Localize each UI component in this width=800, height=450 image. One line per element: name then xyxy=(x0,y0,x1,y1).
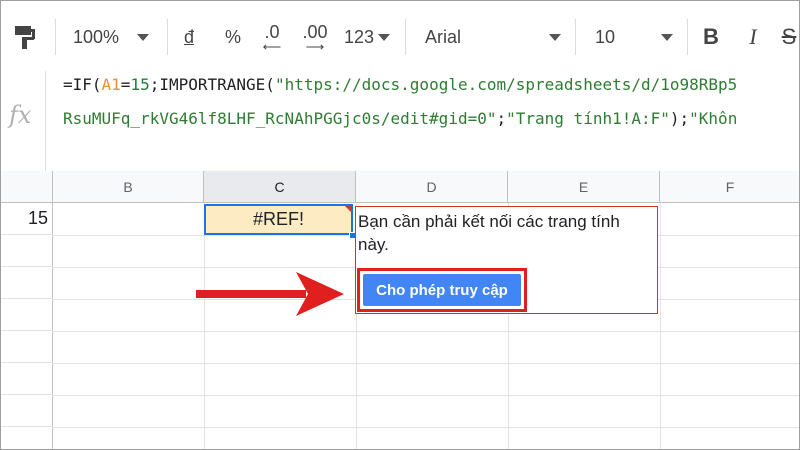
toolbar-divider xyxy=(687,19,688,55)
toolbar: 100% đ % .0 ⟵ .00 ⟶ 123 Arial 10 B I S xyxy=(1,1,799,72)
formula-string: "Trang tính1!A:F" xyxy=(506,109,670,128)
formula-string: RsuMUFq_rkVG46lf8LHF_RcNAhPGGjc0s/edit#g… xyxy=(63,109,497,128)
cell-a5[interactable] xyxy=(1,331,53,363)
italic-button[interactable]: I xyxy=(741,15,765,59)
grid-line xyxy=(52,427,799,428)
formula-string: "Khôn xyxy=(689,109,738,128)
column-header-c[interactable]: C xyxy=(204,171,356,203)
formula-line-2: RsuMUFq_rkVG46lf8LHF_RcNAhPGGjc0s/edit#g… xyxy=(63,109,737,128)
formula-token: =IF( xyxy=(63,75,102,94)
cell-a2[interactable] xyxy=(1,235,53,267)
formula-number: 15 xyxy=(130,75,150,94)
bold-button[interactable]: B xyxy=(699,15,723,59)
arrow-left-icon: ⟵ xyxy=(262,39,282,54)
connect-sheets-popup: Bạn cần phải kết nối các trang tính này.… xyxy=(355,206,658,314)
column-header-b[interactable]: B xyxy=(53,171,204,203)
formula-line-1: =IF(A1=15;IMPORTRANGE("https://docs.goog… xyxy=(63,75,737,94)
selected-cell-c1[interactable]: #REF! xyxy=(204,204,353,235)
paint-format-icon[interactable] xyxy=(9,15,41,59)
percent-format-button[interactable]: % xyxy=(221,15,245,59)
grid-line xyxy=(204,203,205,449)
highlight-outline: Cho phép truy cập xyxy=(357,268,527,312)
zoom-select[interactable]: 100% xyxy=(73,15,157,59)
formula-string: "https://docs.google.com/spreadsheets/d/… xyxy=(274,75,738,94)
grid-line xyxy=(52,395,799,396)
cell-a1[interactable]: 15 xyxy=(1,203,53,235)
column-header-e[interactable]: E xyxy=(508,171,660,203)
toolbar-divider xyxy=(575,19,576,55)
formula-token: ); xyxy=(669,109,690,128)
column-header-f[interactable]: F xyxy=(660,171,799,203)
formula-bar-divider xyxy=(45,71,46,171)
toolbar-divider xyxy=(405,19,406,55)
font-size-value: 10 xyxy=(595,26,616,47)
zoom-value: 100% xyxy=(73,26,120,47)
formula-token: ;IMPORTRANGE( xyxy=(149,75,275,94)
chevron-down-icon xyxy=(661,33,673,41)
currency-format-button[interactable]: đ xyxy=(179,15,199,59)
formula-bar[interactable]: fx =IF(A1=15;IMPORTRANGE("https://docs.g… xyxy=(1,71,799,172)
formula-cell-reference: A1 xyxy=(101,75,121,94)
arrow-right-icon: ⟶ xyxy=(305,39,325,54)
formula-token: = xyxy=(120,75,131,94)
cell-a7[interactable] xyxy=(1,395,53,427)
increase-decimal-button[interactable]: .00 ⟶ xyxy=(299,15,331,59)
chevron-down-icon xyxy=(137,33,150,41)
cell-a3[interactable] xyxy=(1,267,53,299)
number-format-select[interactable]: 123 xyxy=(341,15,393,59)
font-size-select[interactable]: 10 xyxy=(595,15,673,59)
grid-line xyxy=(660,203,661,449)
allow-access-button[interactable]: Cho phép truy cập xyxy=(363,274,521,306)
chevron-down-icon xyxy=(549,33,561,41)
cell-a8[interactable] xyxy=(1,427,53,449)
cell-a6[interactable] xyxy=(1,363,53,395)
strikethrough-button[interactable]: S xyxy=(777,15,799,59)
formula-token: ; xyxy=(496,109,507,128)
decrease-decimal-button[interactable]: .0 ⟵ xyxy=(259,15,285,59)
toolbar-divider xyxy=(167,19,168,55)
popup-message: Bạn cần phải kết nối các trang tính này. xyxy=(358,212,620,254)
font-family-value: Arial xyxy=(425,26,462,47)
column-header-d[interactable]: D xyxy=(356,171,508,203)
row-header-corner[interactable] xyxy=(1,171,53,203)
spreadsheet-window: 100% đ % .0 ⟵ .00 ⟶ 123 Arial 10 B I S f… xyxy=(0,0,800,450)
grid-line xyxy=(52,331,799,332)
function-icon: fx xyxy=(9,101,32,129)
number-format-label: 123 xyxy=(343,26,375,47)
annotation-arrow-icon xyxy=(196,272,344,316)
chevron-down-icon xyxy=(378,33,391,41)
grid-line xyxy=(52,363,799,364)
toolbar-divider xyxy=(55,19,56,55)
font-family-select[interactable]: Arial xyxy=(425,15,561,59)
error-indicator-icon xyxy=(345,206,351,212)
cell-a4[interactable] xyxy=(1,299,53,331)
